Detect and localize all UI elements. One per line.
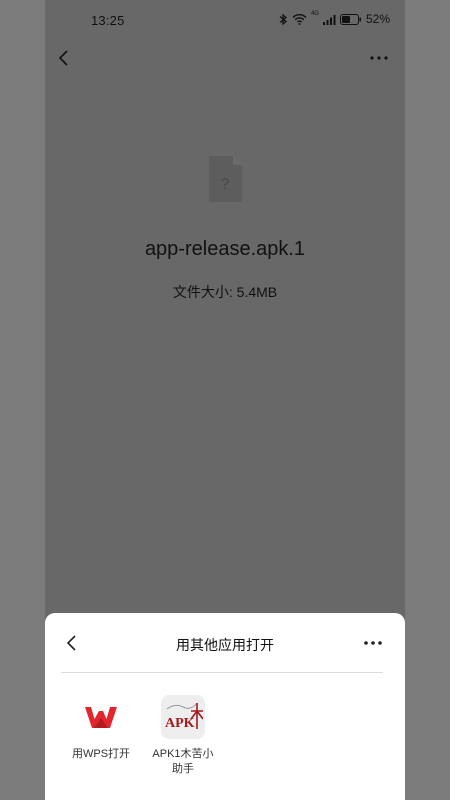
status-bar: 13:25 4G 52%: [45, 0, 405, 44]
bluetooth-icon: [279, 13, 287, 25]
app-option-apk-helper[interactable]: APK APK1木苦小 助手: [143, 695, 223, 777]
battery-icon: [339, 13, 361, 25]
apk-helper-icon-text: APK: [165, 716, 195, 731]
file-name: app-release.apk.1: [144, 238, 306, 260]
battery-percent: 52%: [365, 12, 390, 26]
unknown-file-glyph: ?: [221, 176, 230, 193]
screen: 13:25 4G 52% ? app-release.apk.1 文件大小: 5…: [45, 0, 405, 800]
wifi-icon: [292, 14, 307, 25]
open-with-sheet: 用其他应用打开 用WPS打开 APK APK1木苦小 助手: [45, 613, 405, 800]
top-bar: [45, 40, 405, 76]
signal-icon: [322, 14, 336, 25]
status-time: 13:25: [91, 13, 125, 28]
file-size: 文件大小: 5.4MB: [172, 284, 278, 300]
app-option-wps[interactable]: 用WPS打开: [61, 695, 141, 762]
sheet-title: 用其他应用打开: [176, 637, 274, 653]
unknown-file-icon: ?: [207, 155, 243, 203]
apk-helper-icon: APK: [161, 695, 205, 739]
network-type-label: 4G: [310, 11, 319, 17]
sheet-divider: [61, 672, 383, 673]
app-label-apk-helper-line1: APK1木苦小: [152, 748, 214, 760]
status-icons: 4G 52%: [279, 11, 390, 26]
app-label-apk-helper-line2: 助手: [172, 763, 194, 775]
back-icon[interactable]: [53, 46, 77, 70]
more-icon[interactable]: [367, 46, 391, 70]
app-label-apk-helper: APK1木苦小 助手: [143, 747, 223, 777]
app-label-wps: 用WPS打开: [71, 748, 131, 760]
sheet-more-icon[interactable]: [361, 631, 385, 655]
wps-icon: [79, 695, 123, 739]
